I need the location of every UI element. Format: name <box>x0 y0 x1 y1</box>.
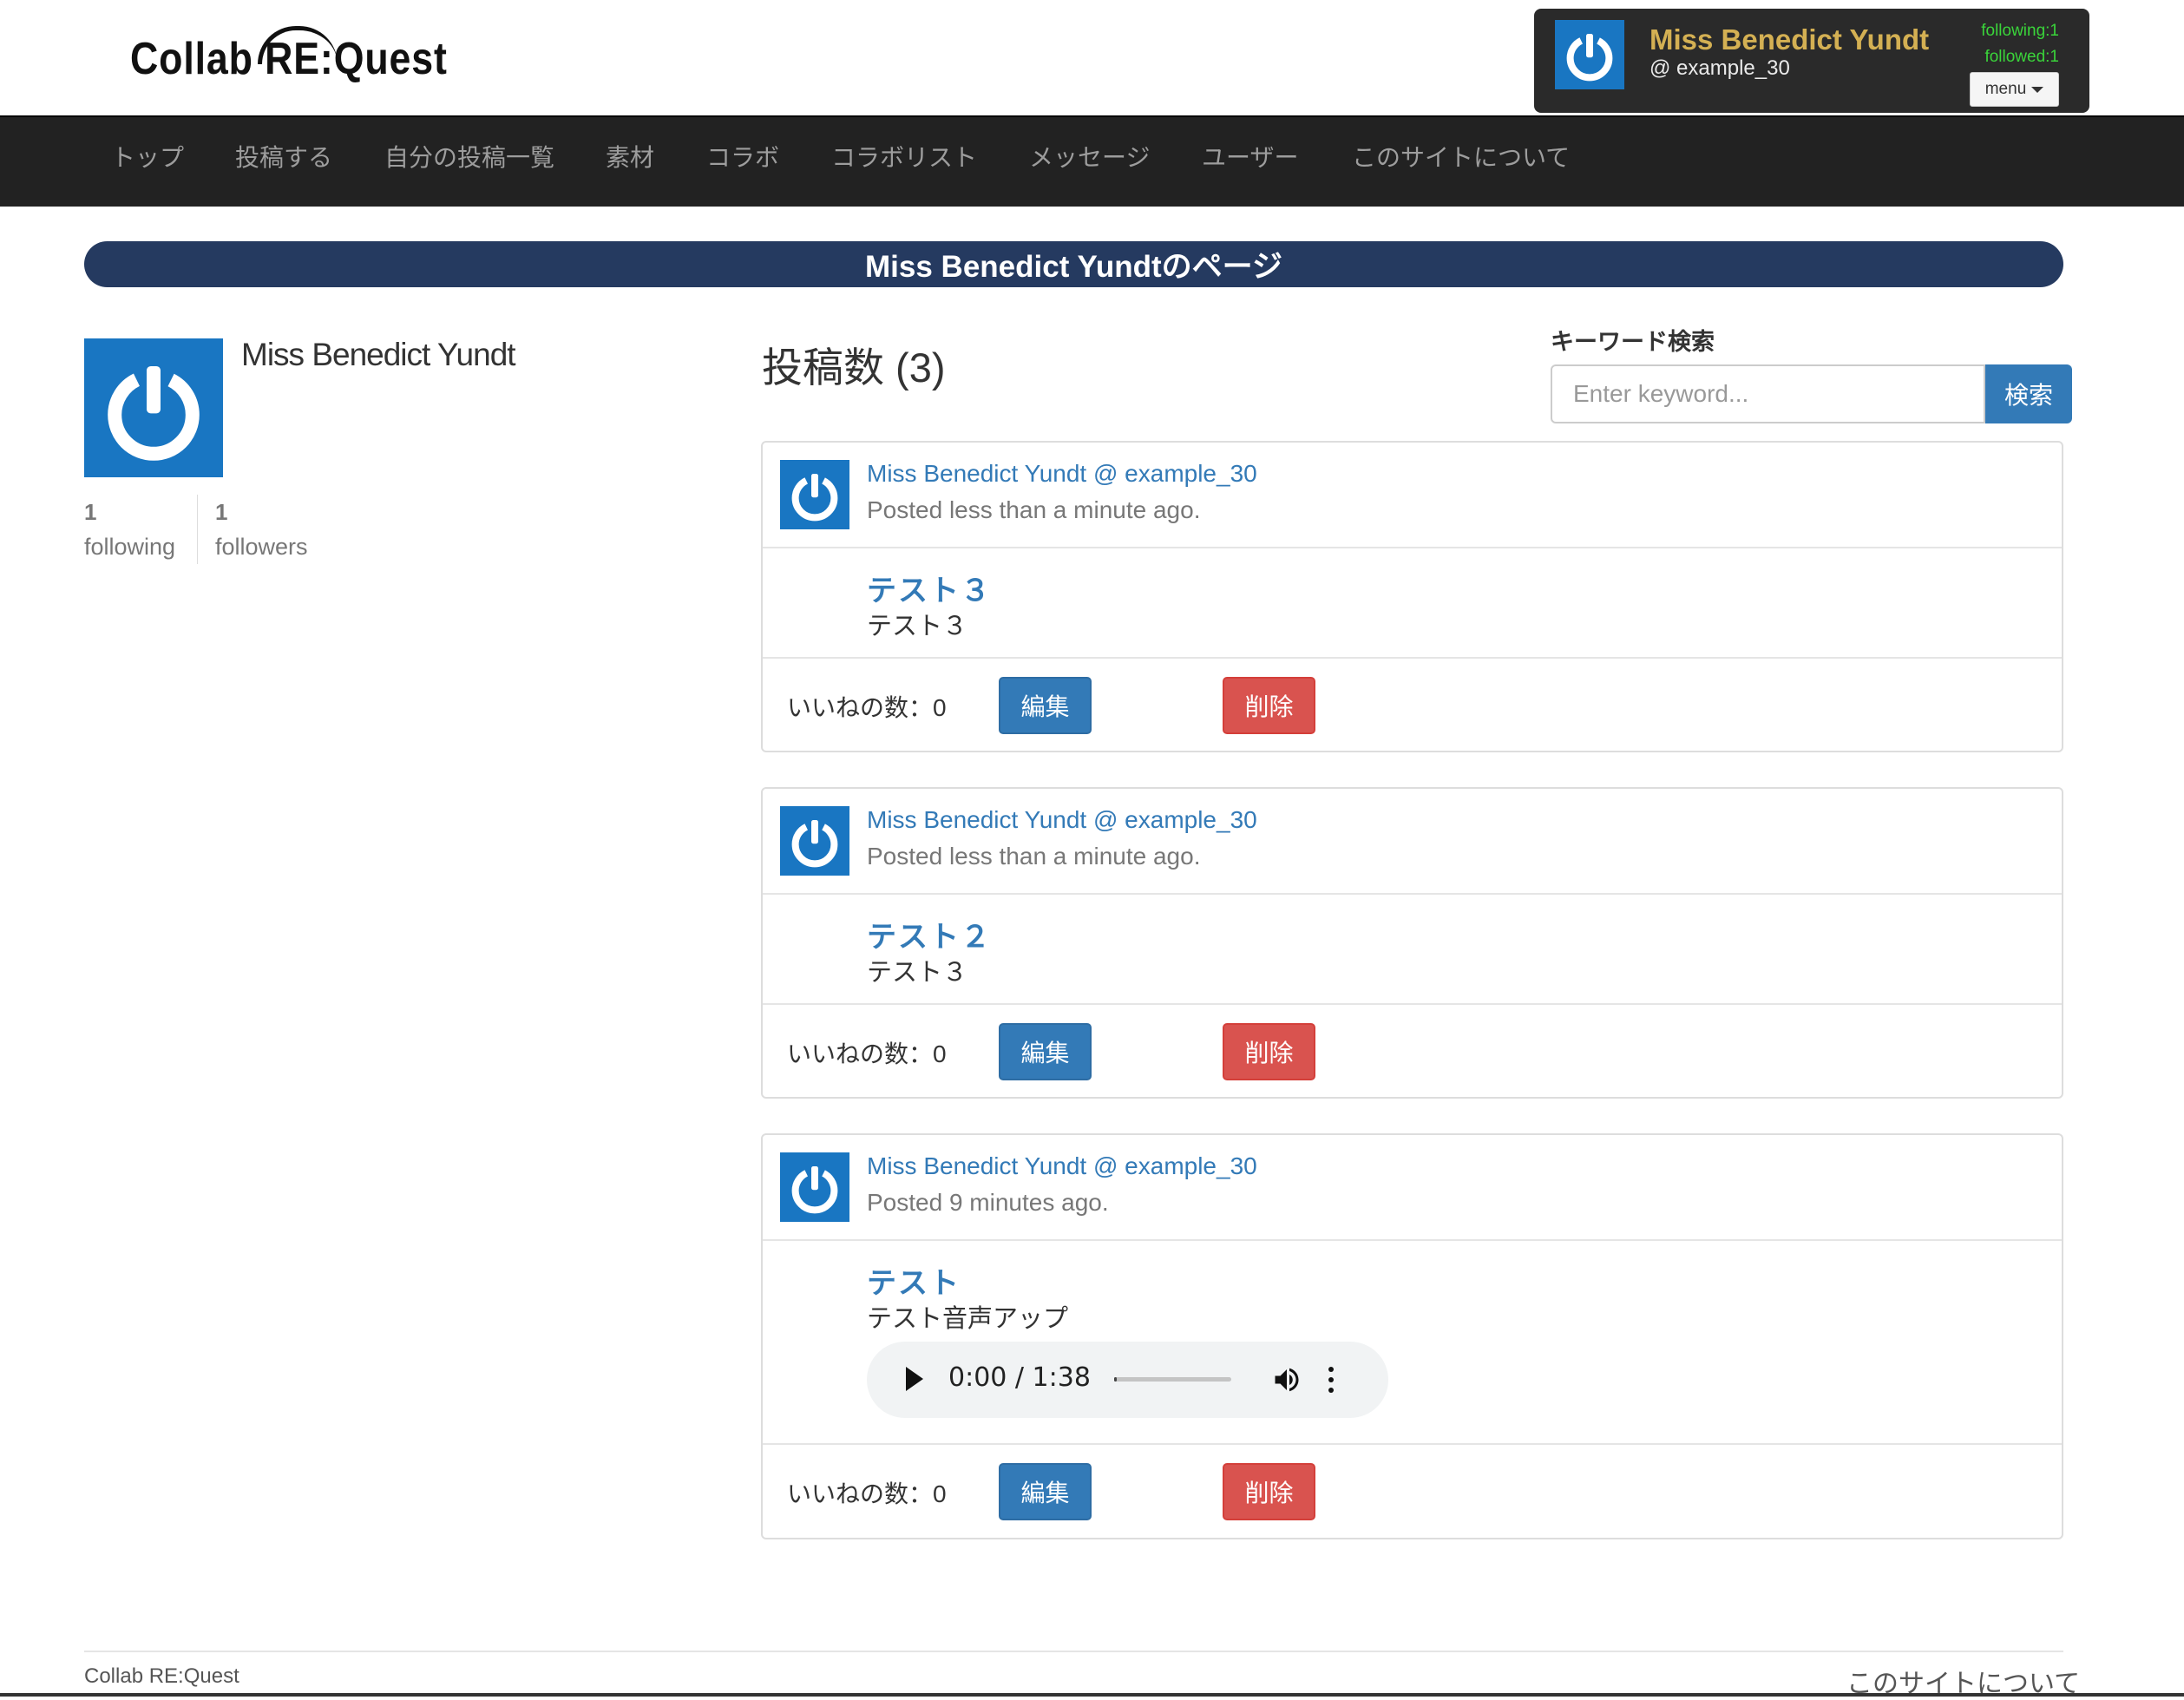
search-input[interactable] <box>1551 364 1985 423</box>
volume-icon[interactable] <box>1271 1364 1302 1395</box>
post-title[interactable]: テスト２ <box>867 913 992 955</box>
nav-item-users[interactable]: ユーザー <box>1202 139 1298 174</box>
delete-button[interactable]: 削除 <box>1223 1463 1315 1520</box>
page-title-banner: Miss Benedict Yundtのページ <box>84 241 2063 287</box>
card-divider <box>763 893 2062 895</box>
post-author-link[interactable]: Miss Benedict Yundt @ example_30 <box>867 460 1257 488</box>
post-timestamp: Posted less than a minute ago. <box>867 496 1201 523</box>
audio-seek-bar[interactable] <box>1114 1377 1231 1382</box>
more-options-icon[interactable] <box>1327 1364 1335 1395</box>
card-divider <box>763 1239 2062 1241</box>
user-menu-label: menu <box>1984 80 2027 98</box>
post-body: テスト３ <box>867 959 968 987</box>
post-likes: いいねの数：0 <box>787 1480 947 1507</box>
stat-divider <box>197 495 198 564</box>
profile-avatar <box>84 338 223 477</box>
bottom-edge-bar <box>0 1693 2184 1697</box>
post-timestamp: Posted 9 minutes ago. <box>867 1189 1109 1216</box>
post-author-avatar[interactable] <box>780 806 849 876</box>
edit-button[interactable]: 編集 <box>999 1023 1092 1080</box>
card-divider <box>763 1443 2062 1445</box>
nav-item-top[interactable]: トップ <box>111 139 184 174</box>
card-divider <box>763 1003 2062 1005</box>
delete-button[interactable]: 削除 <box>1223 677 1315 734</box>
post-author-avatar[interactable] <box>780 1152 849 1222</box>
nav-item-my-posts[interactable]: 自分の投稿一覧 <box>384 139 554 174</box>
profile-name: Miss Benedict Yundt <box>241 337 516 372</box>
user-followed-stat: followed:1 <box>1984 48 2059 66</box>
nav-item-post[interactable]: 投稿する <box>235 139 332 174</box>
nav-item-about[interactable]: このサイトについて <box>1352 139 1570 174</box>
footer-divider <box>84 1651 2063 1652</box>
card-divider <box>763 547 2062 548</box>
footer-site-name: Collab RE:Quest <box>84 1664 239 1688</box>
post-title[interactable]: テスト <box>867 1259 961 1302</box>
following-count[interactable]: 1 <box>84 499 96 526</box>
edit-button[interactable]: 編集 <box>999 677 1092 734</box>
posts-count-heading: 投稿数 (3) <box>762 345 946 391</box>
post-card: Miss Benedict Yundt @ example_30 Posted … <box>761 441 2063 752</box>
user-avatar[interactable] <box>1555 20 1624 89</box>
play-icon[interactable] <box>906 1367 923 1391</box>
post-card: Miss Benedict Yundt @ example_30 Posted … <box>761 787 2063 1099</box>
post-author-avatar[interactable] <box>780 460 849 529</box>
post-timestamp: Posted less than a minute ago. <box>867 843 1201 870</box>
user-menu-button[interactable]: menu <box>1970 72 2059 107</box>
following-label[interactable]: following <box>84 534 175 561</box>
delete-button[interactable]: 削除 <box>1223 1023 1315 1080</box>
nav-item-collab[interactable]: コラボ <box>706 139 779 174</box>
user-handle: @ example_30 <box>1649 56 1790 80</box>
followers-count[interactable]: 1 <box>215 499 227 526</box>
search-label: キーワード検索 <box>1551 329 1715 355</box>
user-following-stat: following:1 <box>1981 22 2059 40</box>
followers-label[interactable]: followers <box>215 534 308 561</box>
audio-player[interactable]: 0:00 / 1:38 <box>867 1342 1388 1418</box>
post-card: Miss Benedict Yundt @ example_30 Posted … <box>761 1133 2063 1539</box>
edit-button[interactable]: 編集 <box>999 1463 1092 1520</box>
post-author-link[interactable]: Miss Benedict Yundt @ example_30 <box>867 806 1257 834</box>
nav-item-collab-list[interactable]: コラボリスト <box>831 139 977 174</box>
audio-time: 0:00 / 1:38 <box>948 1362 1091 1393</box>
user-name: Miss Benedict Yundt <box>1649 23 1930 56</box>
post-body: テスト音声アップ <box>867 1305 1069 1333</box>
chevron-down-icon <box>2031 86 2044 93</box>
post-likes: いいねの数：0 <box>787 1040 947 1067</box>
nav-item-messages[interactable]: メッセージ <box>1029 139 1150 174</box>
post-title[interactable]: テスト３ <box>867 567 992 609</box>
audio-progress-fill <box>1114 1377 1117 1382</box>
nav-item-materials[interactable]: 素材 <box>606 139 654 174</box>
card-divider <box>763 657 2062 659</box>
post-likes: いいねの数：0 <box>787 694 947 721</box>
post-author-link[interactable]: Miss Benedict Yundt @ example_30 <box>867 1152 1257 1180</box>
post-body: テスト３ <box>867 613 968 640</box>
search-button[interactable]: 検索 <box>1985 364 2072 423</box>
